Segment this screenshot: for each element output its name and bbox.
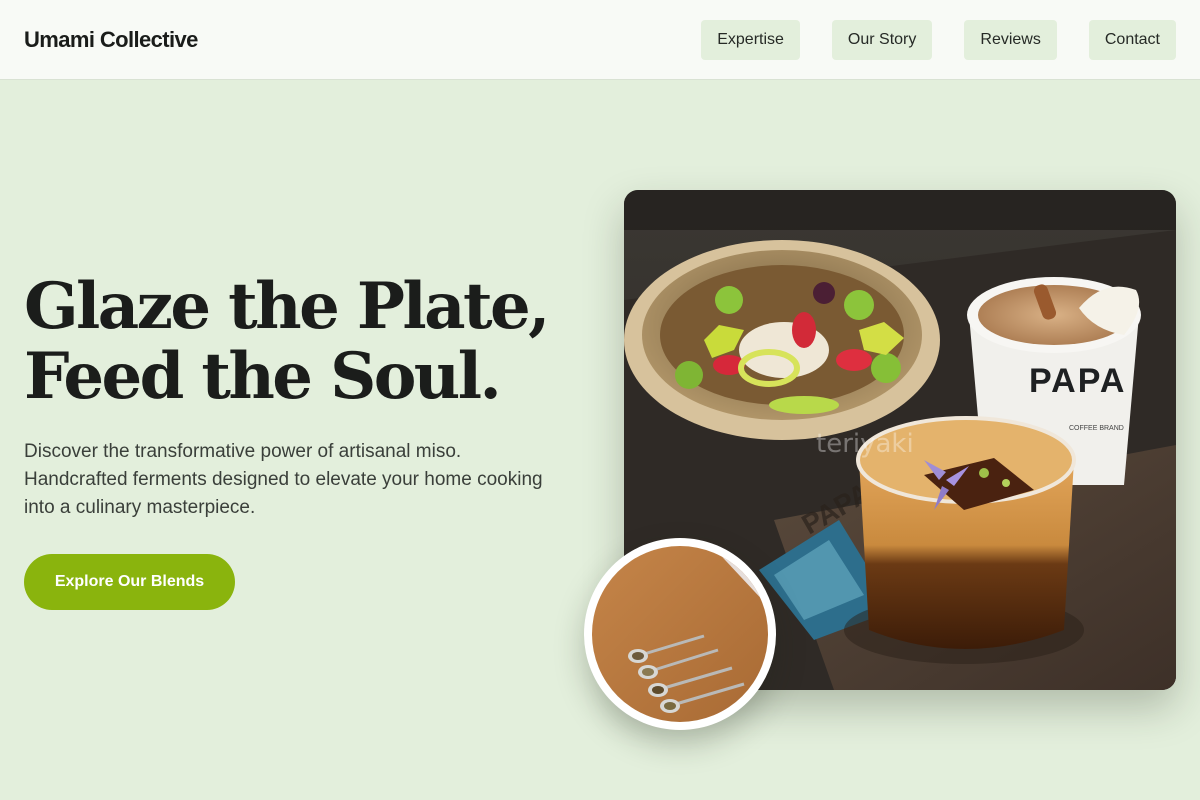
grape-1 <box>715 286 743 314</box>
grape-3 <box>675 361 703 389</box>
hero-title: Glaze the Plate, Feed the Soul. <box>24 272 584 412</box>
grape-2 <box>844 290 874 320</box>
brand-logo[interactable]: Umami Collective <box>24 27 198 53</box>
grape-4 <box>871 353 901 383</box>
strawberry-3 <box>836 349 872 371</box>
cup-print: PAPA <box>1029 362 1126 400</box>
spoons-inset-photo <box>584 538 776 730</box>
spoons-illustration <box>592 546 768 722</box>
herb-1 <box>979 468 989 478</box>
photo-watermark: teriyaki <box>816 429 914 459</box>
cup-small-print: COFFEE BRAND <box>1069 425 1124 432</box>
nav-our-story[interactable]: Our Story <box>831 19 933 60</box>
hero-title-line-1: Glaze the Plate, <box>24 269 550 344</box>
blueberry <box>813 282 835 304</box>
hero-subtitle: Discover the transformative power of art… <box>24 441 543 518</box>
main-nav: Expertise Our Story Reviews Contact <box>701 19 1176 60</box>
nav-expertise[interactable]: Expertise <box>701 19 800 60</box>
explore-blends-button[interactable]: Explore Our Blends <box>24 554 235 610</box>
nav-reviews[interactable]: Reviews <box>964 19 1057 60</box>
site-header: Umami Collective Expertise Our Story Rev… <box>0 0 1200 80</box>
table-edge <box>624 190 1176 230</box>
hero-title-line-2: Feed the Soul. <box>24 339 502 414</box>
strawberry-2 <box>792 312 816 348</box>
nav-contact[interactable]: Contact <box>1088 19 1176 60</box>
herb-2 <box>1002 479 1010 487</box>
cucumber-2 <box>769 396 839 414</box>
